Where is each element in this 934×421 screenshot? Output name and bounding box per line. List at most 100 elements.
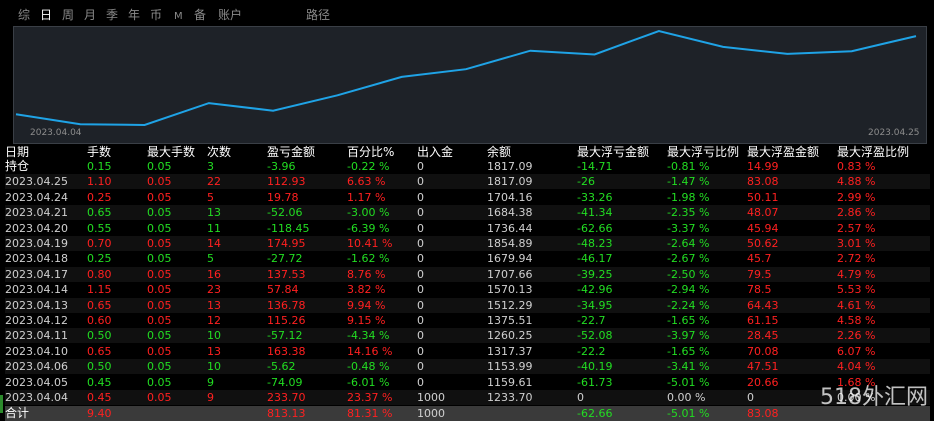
table-cell-pct: -1.62 % xyxy=(347,251,389,266)
table-row[interactable]: 2023.04.240.250.05519.781.17 %01704.16-3… xyxy=(5,190,930,205)
table-cell-max-lots: 0.05 xyxy=(147,359,172,374)
table-cell-max-loss: -22.7 xyxy=(577,313,605,328)
table-cell-max-loss: -22.2 xyxy=(577,344,605,359)
table-row[interactable]: 2023.04.200.550.0511-118.45-6.39 %01736.… xyxy=(5,221,930,236)
total-cell-date: 合计 xyxy=(5,406,29,421)
column-header[interactable]: 日期 xyxy=(5,145,29,160)
equity-line xyxy=(16,31,916,125)
tab-week[interactable]: 周 xyxy=(62,8,74,22)
table-cell-count: 23 xyxy=(207,282,221,297)
tab-path[interactable]: 路径 xyxy=(306,8,330,22)
total-cell-flow: 1000 xyxy=(417,406,445,421)
table-row[interactable]: 2023.04.170.800.0516137.538.76 %01707.66… xyxy=(5,267,930,282)
table-cell-pct: 23.37 % xyxy=(347,390,392,405)
column-header[interactable]: 余额 xyxy=(487,145,511,160)
tab-summary[interactable]: 综 xyxy=(18,8,30,22)
column-header[interactable]: 次数 xyxy=(207,145,231,160)
table-cell-max-lots: 0.05 xyxy=(147,267,172,282)
column-header[interactable]: 最大浮亏比例 xyxy=(667,145,739,160)
period-tabs: 综日周月季年币M备账户 路径 xyxy=(0,0,934,26)
table-cell-max-gain-pct: 2.57 % xyxy=(837,221,875,236)
tab-m[interactable]: M xyxy=(174,10,183,24)
table-row[interactable]: 2023.04.141.150.052357.843.82 %01570.13-… xyxy=(5,282,930,297)
table-cell-pct: -0.48 % xyxy=(347,359,389,374)
table-row[interactable]: 2023.04.110.500.0510-57.12-4.34 %01260.2… xyxy=(5,328,930,343)
table-row[interactable]: 2023.04.040.450.059233.7023.37 %10001233… xyxy=(5,390,930,405)
table-row[interactable]: 持仓0.150.053-3.96-0.22 %01817.09-14.71-0.… xyxy=(5,159,930,174)
equity-chart xyxy=(13,26,927,144)
table-cell-max-loss: -61.73 xyxy=(577,375,612,390)
table-cell-max-loss: -33.26 xyxy=(577,190,612,205)
table-cell-lots: 0.70 xyxy=(87,236,112,251)
table-cell-lots: 0.65 xyxy=(87,205,112,220)
scroll-indicator[interactable] xyxy=(0,395,3,413)
table-row[interactable]: 2023.04.100.650.0513163.3814.16 %01317.3… xyxy=(5,344,930,359)
total-cell-max-gain: 83.08 xyxy=(747,406,779,421)
table-cell-lots: 0.25 xyxy=(87,190,112,205)
table-cell-flow: 0 xyxy=(417,159,424,174)
table-cell-count: 10 xyxy=(207,359,221,374)
table-row[interactable]: 2023.04.060.500.0510-5.62-0.48 %01153.99… xyxy=(5,359,930,374)
table-cell-max-gain-pct: 2.99 % xyxy=(837,190,875,205)
table-cell-max-gain-pct: 4.88 % xyxy=(837,174,875,189)
table-cell-pct: -0.22 % xyxy=(347,159,389,174)
table-cell-flow: 0 xyxy=(417,298,424,313)
column-header[interactable]: 最大浮亏金额 xyxy=(577,145,649,160)
table-cell-pnl: 233.70 xyxy=(267,390,306,405)
table-cell-lots: 0.80 xyxy=(87,267,112,282)
column-header[interactable]: 盈亏金额 xyxy=(267,145,315,160)
table-cell-balance: 1512.29 xyxy=(487,298,533,313)
column-header[interactable]: 最大浮盈金额 xyxy=(747,145,819,160)
table-cell-date: 2023.04.11 xyxy=(5,328,68,343)
table-row[interactable]: 2023.04.190.700.0514174.9510.41 %01854.8… xyxy=(5,236,930,251)
table-cell-pnl: -57.12 xyxy=(267,328,302,343)
equity-chart-svg xyxy=(14,27,926,143)
table-cell-max-gain: 0 xyxy=(747,390,754,405)
table-cell-lots: 0.65 xyxy=(87,298,112,313)
tab-account[interactable]: 账户 xyxy=(218,8,242,22)
column-header[interactable]: 百分比% xyxy=(347,145,394,160)
table-cell-balance: 1570.13 xyxy=(487,282,533,297)
table-cell-pnl: -27.72 xyxy=(267,251,302,266)
table-header: 日期 手数 最大手数次数 盈亏金额 百分比% 出入金 余额 最大浮亏金额 最大浮亏比例最大浮盈金… xyxy=(5,145,930,160)
table-row[interactable]: 2023.04.120.600.0512115.269.15 %01375.51… xyxy=(5,313,930,328)
table-cell-max-lots: 0.05 xyxy=(147,159,172,174)
table-cell-max-loss: -62.66 xyxy=(577,221,612,236)
column-header[interactable]: 最大手数 xyxy=(147,145,195,160)
table-cell-max-gain: 45.7 xyxy=(747,251,772,266)
table-cell-flow: 0 xyxy=(417,174,424,189)
table-cell-max-loss: -52.08 xyxy=(577,328,612,343)
table-cell-max-lots: 0.05 xyxy=(147,251,172,266)
table-cell-balance: 1704.16 xyxy=(487,190,533,205)
table-cell-lots: 1.10 xyxy=(87,174,112,189)
table-cell-count: 10 xyxy=(207,328,221,343)
table-row[interactable]: 2023.04.210.650.0513-52.06-3.00 %01684.3… xyxy=(5,205,930,220)
table-cell-flow: 0 xyxy=(417,221,424,236)
tab-notes[interactable]: 备 xyxy=(194,8,206,22)
column-header[interactable]: 出入金 xyxy=(417,145,453,160)
table-cell-max-gain: 20.66 xyxy=(747,375,779,390)
table-cell-max-gain: 78.5 xyxy=(747,282,772,297)
table-row[interactable]: 2023.04.050.450.059-74.09-6.01 %01159.61… xyxy=(5,375,930,390)
table-cell-max-gain-pct: 2.26 % xyxy=(837,328,875,343)
column-header[interactable]: 手数 xyxy=(87,145,111,160)
table-cell-max-loss: -48.23 xyxy=(577,236,612,251)
table-cell-max-loss-pct: -5.01 % xyxy=(667,375,709,390)
table-row[interactable]: 2023.04.180.250.055-27.72-1.62 %01679.94… xyxy=(5,251,930,266)
column-header[interactable]: 最大浮盈比例 xyxy=(837,145,909,160)
table-total-row: 合计9.40813.1381.31 %1000-62.66-5.01 %83.0… xyxy=(5,406,930,421)
table-row[interactable]: 2023.04.130.650.0513136.789.94 %01512.29… xyxy=(5,298,930,313)
tab-year[interactable]: 年 xyxy=(128,8,140,22)
table-cell-pnl: 57.84 xyxy=(267,282,299,297)
table-cell-date: 2023.04.18 xyxy=(5,251,68,266)
table-cell-max-lots: 0.05 xyxy=(147,221,172,236)
tab-quarter[interactable]: 季 xyxy=(106,8,118,22)
table-cell-date: 2023.04.17 xyxy=(5,267,68,282)
tab-day[interactable]: 日 xyxy=(40,8,52,22)
tab-month[interactable]: 月 xyxy=(84,8,96,22)
tab-currency[interactable]: 币 xyxy=(150,8,162,22)
table-row[interactable]: 2023.04.251.100.0522112.936.63 %01817.09… xyxy=(5,174,930,189)
table-cell-max-lots: 0.05 xyxy=(147,282,172,297)
table-cell-date: 2023.04.20 xyxy=(5,221,68,236)
table-cell-flow: 0 xyxy=(417,282,424,297)
